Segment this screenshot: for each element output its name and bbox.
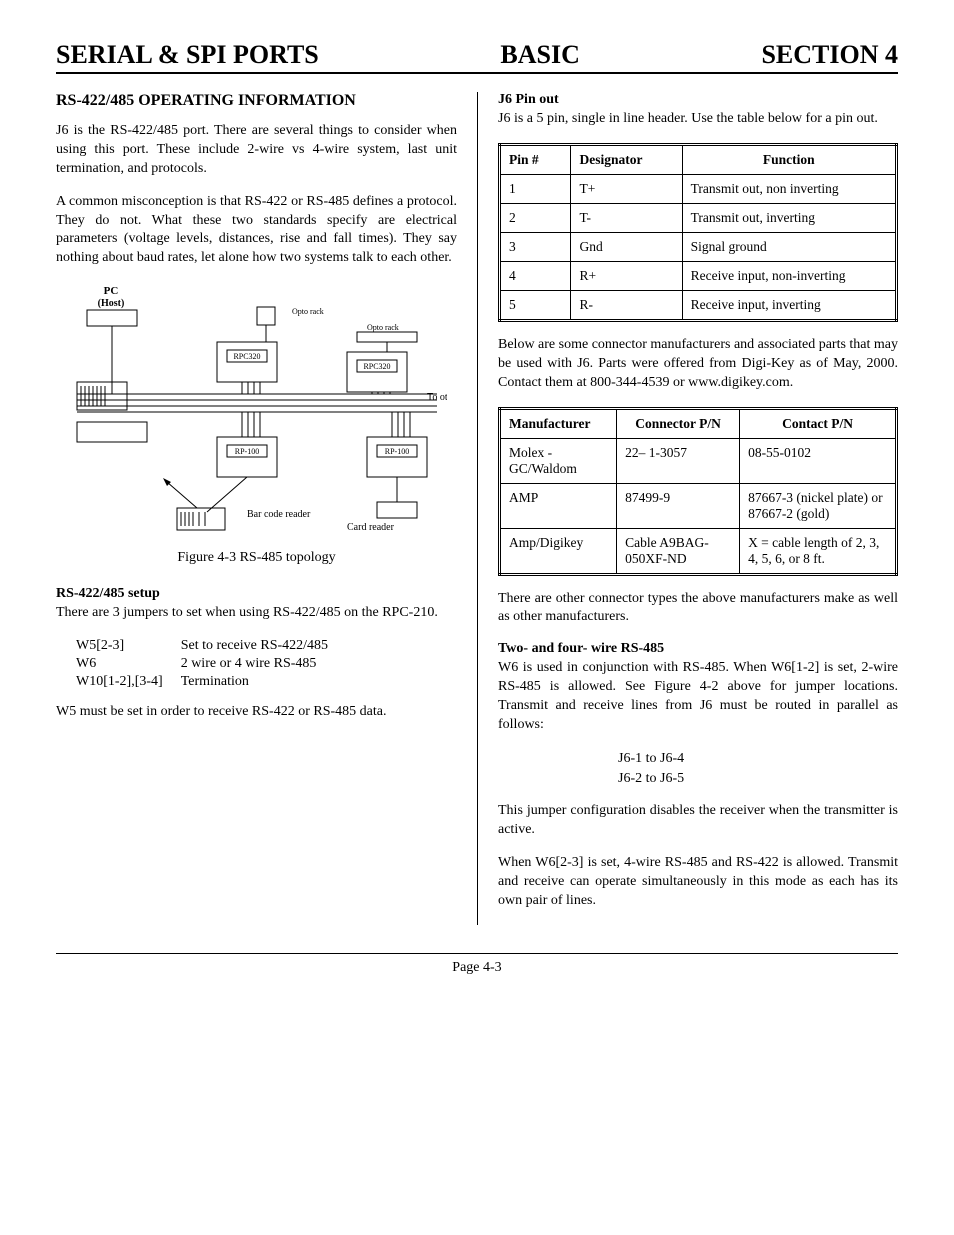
paragraph: When W6[2-3] is set, 4-wire RS-485 and R… xyxy=(498,854,898,911)
table-row: AMP87499-987667-3 (nickel plate) or 8766… xyxy=(500,483,897,528)
table-row: W5[2-3]Set to receive RS-422/485 xyxy=(76,637,346,655)
paragraph: A common misconception is that RS-422 or… xyxy=(56,193,457,269)
section-title: RS-422/485 OPERATING INFORMATION xyxy=(56,92,457,110)
col-header: Manufacturer xyxy=(500,408,617,438)
left-column: RS-422/485 OPERATING INFORMATION J6 is t… xyxy=(56,92,477,925)
svg-text:RP-100: RP-100 xyxy=(384,447,408,456)
routing-line: J6-1 to J6-4 xyxy=(618,749,898,769)
table-row: W10[1-2],[3-4]Termination xyxy=(76,673,346,691)
figure-4-3: PC (Host) Opto rack Opto rack RPC320 RPC… xyxy=(56,282,457,542)
svg-text:RPC320: RPC320 xyxy=(363,362,390,371)
col-header: Designator xyxy=(571,144,682,174)
paragraph: There are 3 jumpers to set when using RS… xyxy=(56,604,457,623)
col-header: Function xyxy=(682,144,896,174)
rs485-topology-icon: PC (Host) Opto rack Opto rack RPC320 RPC… xyxy=(67,282,447,542)
table-row: Molex - GC/Waldom22– 1-305708-55-0102 xyxy=(500,438,897,483)
content-columns: RS-422/485 OPERATING INFORMATION J6 is t… xyxy=(56,92,898,925)
svg-text:RPC320: RPC320 xyxy=(233,352,260,361)
table-row: 1T+Transmit out, non inverting xyxy=(500,174,897,203)
routing-block: J6-1 to J6-4 J6-2 to J6-5 xyxy=(618,749,898,788)
paragraph: Below are some connector manufacturers a… xyxy=(498,336,898,393)
table-row: 2T-Transmit out, inverting xyxy=(500,203,897,232)
svg-text:Card reader: Card reader xyxy=(347,522,395,533)
page-header: SERIAL & SPI PORTS BASIC SECTION 4 xyxy=(56,40,898,74)
col-header: Contact P/N xyxy=(740,408,897,438)
pinout-table: Pin # Designator Function 1T+Transmit ou… xyxy=(498,143,898,322)
subhead-wire: Two- and four- wire RS-485 xyxy=(498,641,898,657)
table-row: W62 wire or 4 wire RS-485 xyxy=(76,655,346,673)
header-center: BASIC xyxy=(500,40,579,70)
paragraph: J6 is a 5 pin, single in line header. Us… xyxy=(498,110,898,129)
svg-text:Bar code reader: Bar code reader xyxy=(247,509,311,520)
col-header: Connector P/N xyxy=(617,408,740,438)
paragraph: W5 must be set in order to receive RS-42… xyxy=(56,703,457,722)
right-column: J6 Pin out J6 is a 5 pin, single in line… xyxy=(477,92,898,925)
header-right: SECTION 4 xyxy=(761,40,898,70)
svg-text:Opto rack: Opto rack xyxy=(367,323,399,332)
svg-text:PC: PC xyxy=(103,285,118,297)
jumper-table: W5[2-3]Set to receive RS-422/485 W62 wir… xyxy=(76,637,346,691)
page-footer: Page 4-3 xyxy=(56,953,898,976)
svg-text:RP-100: RP-100 xyxy=(234,447,258,456)
routing-line: J6-2 to J6-5 xyxy=(618,769,898,789)
subhead-setup: RS-422/485 setup xyxy=(56,586,457,602)
paragraph: This jumper configuration disables the r… xyxy=(498,802,898,840)
svg-text:(Host): (Host) xyxy=(97,298,124,309)
table-row: 4R+Receive input, non-inverting xyxy=(500,261,897,290)
table-row: 5R-Receive input, inverting xyxy=(500,290,897,320)
connector-table: Manufacturer Connector P/N Contact P/N M… xyxy=(498,407,898,576)
paragraph: W6 is used in conjunction with RS-485. W… xyxy=(498,659,898,735)
figure-caption: Figure 4-3 RS-485 topology xyxy=(56,550,457,566)
paragraph: J6 is the RS-422/485 port. There are sev… xyxy=(56,122,457,179)
paragraph: There are other connector types the abov… xyxy=(498,590,898,628)
subhead-pinout: J6 Pin out xyxy=(498,92,898,108)
header-left: SERIAL & SPI PORTS xyxy=(56,40,319,70)
table-row: 3GndSignal ground xyxy=(500,232,897,261)
col-header: Pin # xyxy=(500,144,571,174)
table-row: Amp/DigikeyCable A9BAG-050XF-NDX = cable… xyxy=(500,528,897,574)
svg-text:Opto rack: Opto rack xyxy=(292,307,324,316)
